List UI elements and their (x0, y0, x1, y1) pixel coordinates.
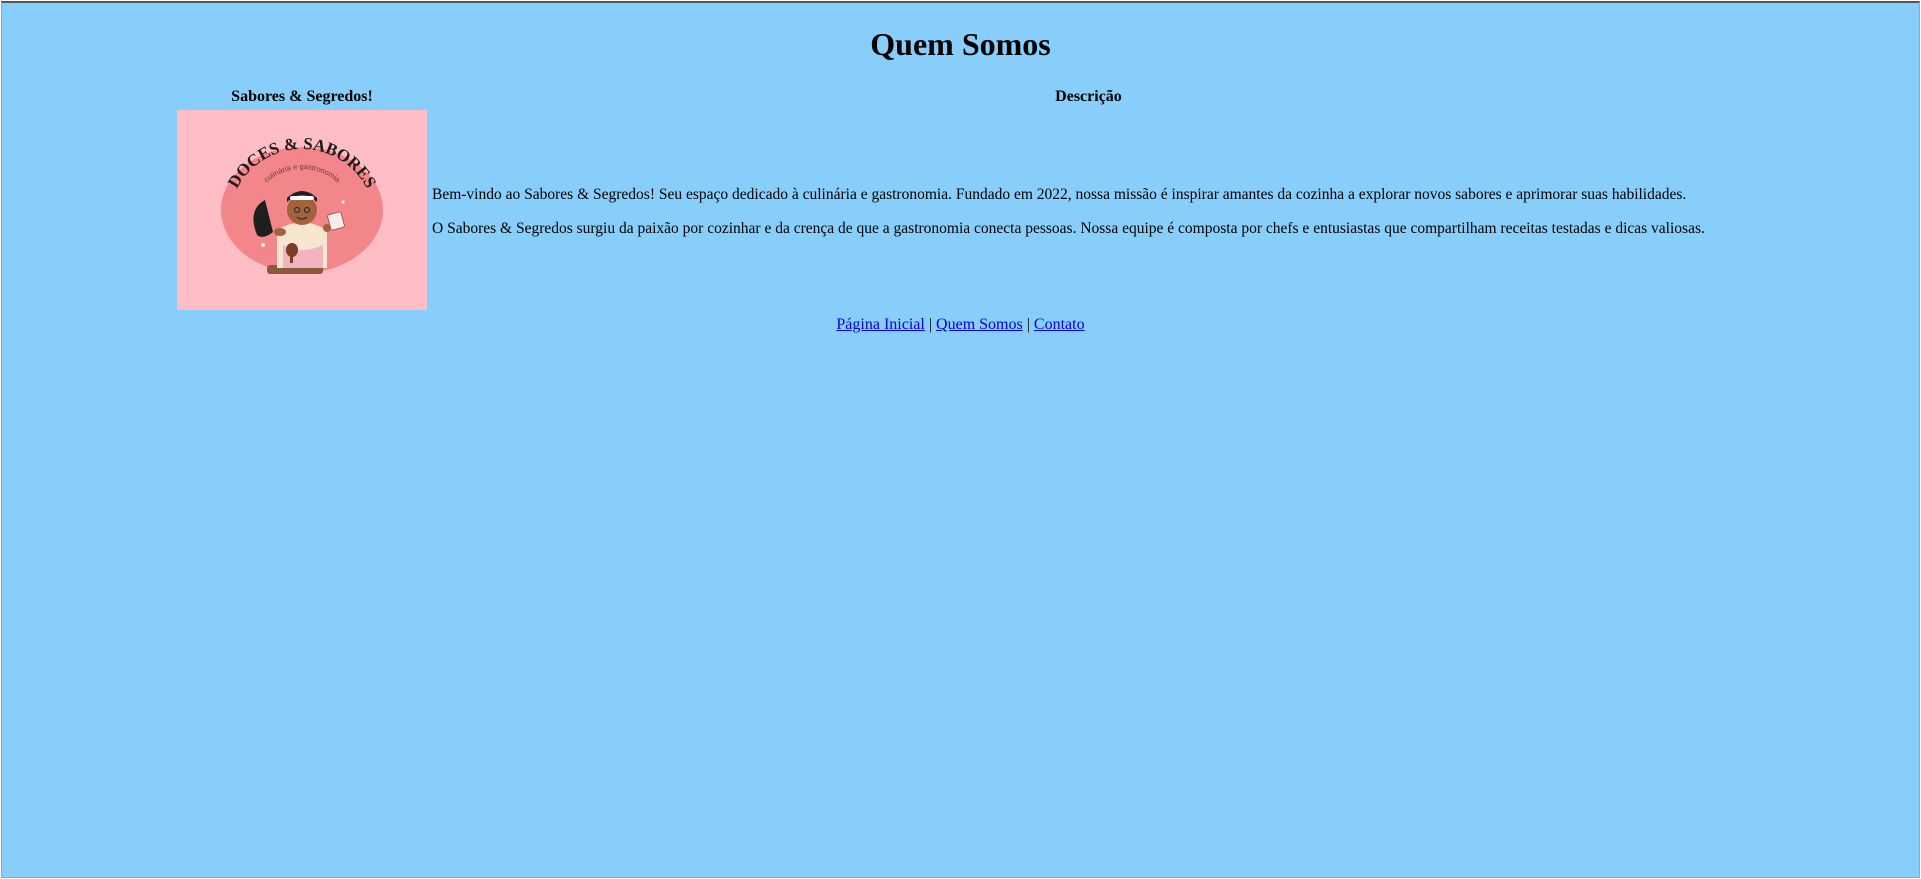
page-frame: Quem Somos Sabores & Segredos! Descrição… (1, 1, 1920, 878)
description-paragraph-2: O Sabores & Segredos surgiu da paixão po… (432, 220, 1705, 237)
brand-logo-image: DOCES & SABORES culinária e gastronomia (177, 110, 427, 310)
description-cell: Bem-vindo ao Sabores & Segredos! Seu esp… (432, 185, 1752, 253)
nav-separator: | (1026, 316, 1030, 333)
logo-illustration: DOCES & SABORES culinária e gastronomia (221, 134, 383, 274)
column-header-logo: Sabores & Segredos! (231, 88, 373, 105)
nav-link-contact[interactable]: Contato (1034, 316, 1085, 333)
footer-nav: Página Inicial | Quem Somos | Contato (2, 316, 1919, 334)
page-title: Quem Somos (870, 26, 1051, 62)
column-header-description: Descrição (1055, 88, 1122, 105)
nav-separator: | (928, 316, 933, 333)
nav-link-about[interactable]: Quem Somos (936, 316, 1023, 333)
nav-link-home[interactable]: Página Inicial (836, 316, 924, 333)
description-paragraph-1: Bem-vindo ao Sabores & Segredos! Seu esp… (432, 186, 1687, 203)
